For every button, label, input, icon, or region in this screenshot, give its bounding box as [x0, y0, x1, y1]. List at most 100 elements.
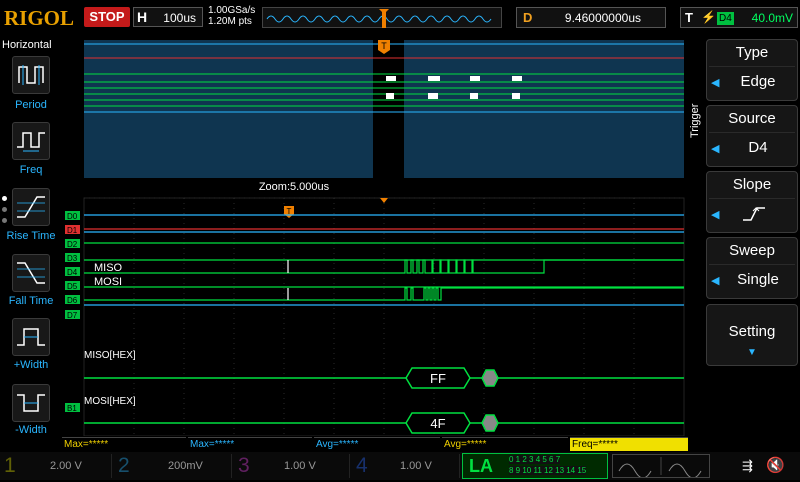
tag-d0: D0 [67, 212, 78, 221]
mosi-bus-value: 4F [430, 416, 445, 431]
period-icon[interactable] [12, 56, 50, 94]
sample-rate: 1.00GSa/s [208, 5, 256, 16]
pos-width-label: +Width [13, 359, 49, 371]
brand-logo: RIGOL [4, 6, 75, 30]
trigger-level: 40.0mV [751, 11, 793, 25]
freq-icon[interactable] [12, 122, 50, 160]
trigger-sweep-title: Sweep [729, 242, 775, 259]
math-channel-status[interactable] [612, 454, 710, 479]
tag-d7: D7 [67, 311, 78, 320]
chevron-down-icon: ▼ [747, 347, 757, 358]
miso-bus-value: FF [430, 371, 446, 386]
main-trigger-marker-label: T [381, 41, 387, 51]
measure-item-4[interactable]: Avg=***** [442, 437, 568, 451]
left-arrow-icon: ◀ [711, 209, 720, 221]
edge-rising-icon: ⚡ [701, 10, 716, 24]
trigger-slope-title: Slope [732, 176, 772, 193]
trigger-menu-header: Trigger [689, 103, 701, 138]
neg-width-label: -Width [15, 424, 47, 436]
delay-indicator[interactable]: D 9.46000000us [516, 7, 666, 28]
horizontal-measure-menu: Horizontal Period Freq Rise Time Fall Ti… [0, 36, 62, 436]
tag-d6: D6 [67, 296, 78, 305]
channel-1-number: 1 [4, 454, 16, 477]
horizontal-menu-title: Horizontal [2, 39, 52, 51]
trigger-source-button[interactable]: Source ◀ D4 [706, 105, 798, 167]
channel-2-number: 2 [118, 454, 130, 477]
period-label: Period [15, 99, 47, 111]
digital-channel-tags: D0 D1 D2 D3 D4 D5 D6 D7 [65, 211, 80, 320]
timebase-indicator[interactable]: H 100us [133, 7, 203, 27]
run-stop-status[interactable]: STOP [84, 7, 130, 27]
trigger-type-title: Type [735, 44, 769, 61]
tag-d5: D5 [67, 282, 78, 291]
rise-time-icon[interactable] [12, 188, 50, 226]
left-arrow-icon: ◀ [711, 143, 720, 155]
trigger-slope-button[interactable]: Slope ◀ [706, 171, 798, 233]
channel-4-status[interactable]: 4 1.00 V [352, 454, 460, 478]
usb-icon: ⇶ [742, 458, 753, 473]
delay-value: 9.46000000us [564, 11, 641, 25]
channel-2-status[interactable]: 2 200mV [114, 454, 232, 478]
channel-2-scale: 200mV [168, 460, 203, 472]
trigger-type-button[interactable]: Type ◀ Edge [706, 39, 798, 101]
miso-bus-label: MISO[HEX] [84, 350, 136, 361]
timebase-key: H [137, 9, 148, 25]
speaker-mute-icon[interactable]: 🔇 [766, 456, 785, 474]
trigger-type-value: Edge [740, 73, 776, 90]
memory-depth: 1.20M pts [208, 16, 252, 27]
bus-b1-marker: B1 [67, 404, 77, 413]
channel-1-scale: 2.00 V [50, 460, 82, 472]
pos-width-icon[interactable] [12, 318, 50, 356]
trigger-source-value: D4 [748, 139, 768, 156]
channel-4-scale: 1.00 V [400, 460, 432, 472]
mosi-signal-label: MOSI [94, 276, 122, 288]
rising-edge-icon [743, 207, 765, 221]
channel-3-number: 3 [238, 454, 250, 477]
fall-time-icon[interactable] [12, 254, 50, 292]
la-bits-bottom: 8 9 10 11 12 13 14 15 [509, 466, 587, 475]
zoom-region[interactable] [373, 40, 404, 178]
trigger-source-title: Source [728, 110, 776, 127]
trigger-setting-button[interactable]: Setting ▼ [706, 304, 798, 366]
measure-item-3[interactable]: Avg=***** [314, 437, 440, 451]
neg-width-icon[interactable] [12, 384, 50, 422]
memory-overview-bar[interactable] [262, 7, 502, 28]
memory-overview-wave [266, 9, 492, 28]
acquisition-info: 1.00GSa/s 1.20M pts [208, 5, 255, 27]
rise-time-label: Rise Time [6, 230, 56, 242]
timebase-value: 100us [163, 11, 196, 25]
trigger-sweep-button[interactable]: Sweep ◀ Single [706, 237, 798, 299]
trigger-indicator[interactable]: T ⚡ D4 40.0mV [680, 7, 798, 28]
left-arrow-icon: ◀ [711, 275, 720, 287]
tag-d2: D2 [67, 240, 78, 249]
tag-d3: D3 [67, 254, 78, 263]
waveform-display[interactable]: T Zoom:5.000us T D0 D1 D2 D3 D4 D5 D6 D7 [62, 36, 688, 436]
la-bits-top: 0 1 2 3 4 5 6 7 [509, 455, 561, 464]
freq-label: Freq [19, 164, 43, 176]
tag-d1: D1 [67, 226, 78, 235]
la-label: LA [469, 456, 493, 476]
top-status-bar: RIGOL STOP H 100us 1.00GSa/s 1.20M pts D… [0, 0, 800, 34]
logic-analyzer-status[interactable]: LA 0 1 2 3 4 5 6 7 8 9 10 11 12 13 14 15 [462, 453, 608, 479]
mosi-bus-label: MOSI[HEX] [84, 396, 136, 407]
channel-3-status[interactable]: 3 1.00 V [234, 454, 350, 478]
measure-item-2[interactable]: Max=***** [188, 437, 312, 451]
miso-signal-label: MISO [94, 262, 123, 274]
menu-page-dots [2, 196, 8, 229]
left-arrow-icon: ◀ [711, 77, 720, 89]
trigger-sweep-value: Single [737, 271, 779, 288]
delay-key: D [523, 10, 533, 25]
fall-time-label: Fall Time [8, 295, 54, 307]
channel-4-number: 4 [356, 454, 368, 477]
measure-item-5[interactable]: Freq=***** [570, 437, 688, 451]
tag-d4: D4 [67, 268, 78, 277]
zoom-label: Zoom:5.000us [259, 181, 330, 193]
trigger-setting-title: Setting [728, 323, 776, 340]
channel-status-bar: 1 2.00 V 2 200mV 3 1.00 V 4 1.00 V LA 0 … [0, 452, 800, 480]
channel-3-scale: 1.00 V [284, 460, 316, 472]
measure-item-1[interactable]: Max=***** [62, 437, 186, 451]
trigger-key: T [685, 10, 693, 25]
channel-1-status[interactable]: 1 2.00 V [0, 454, 112, 478]
math-wave-icon [618, 457, 702, 479]
trigger-source-badge: D4 [717, 12, 734, 25]
